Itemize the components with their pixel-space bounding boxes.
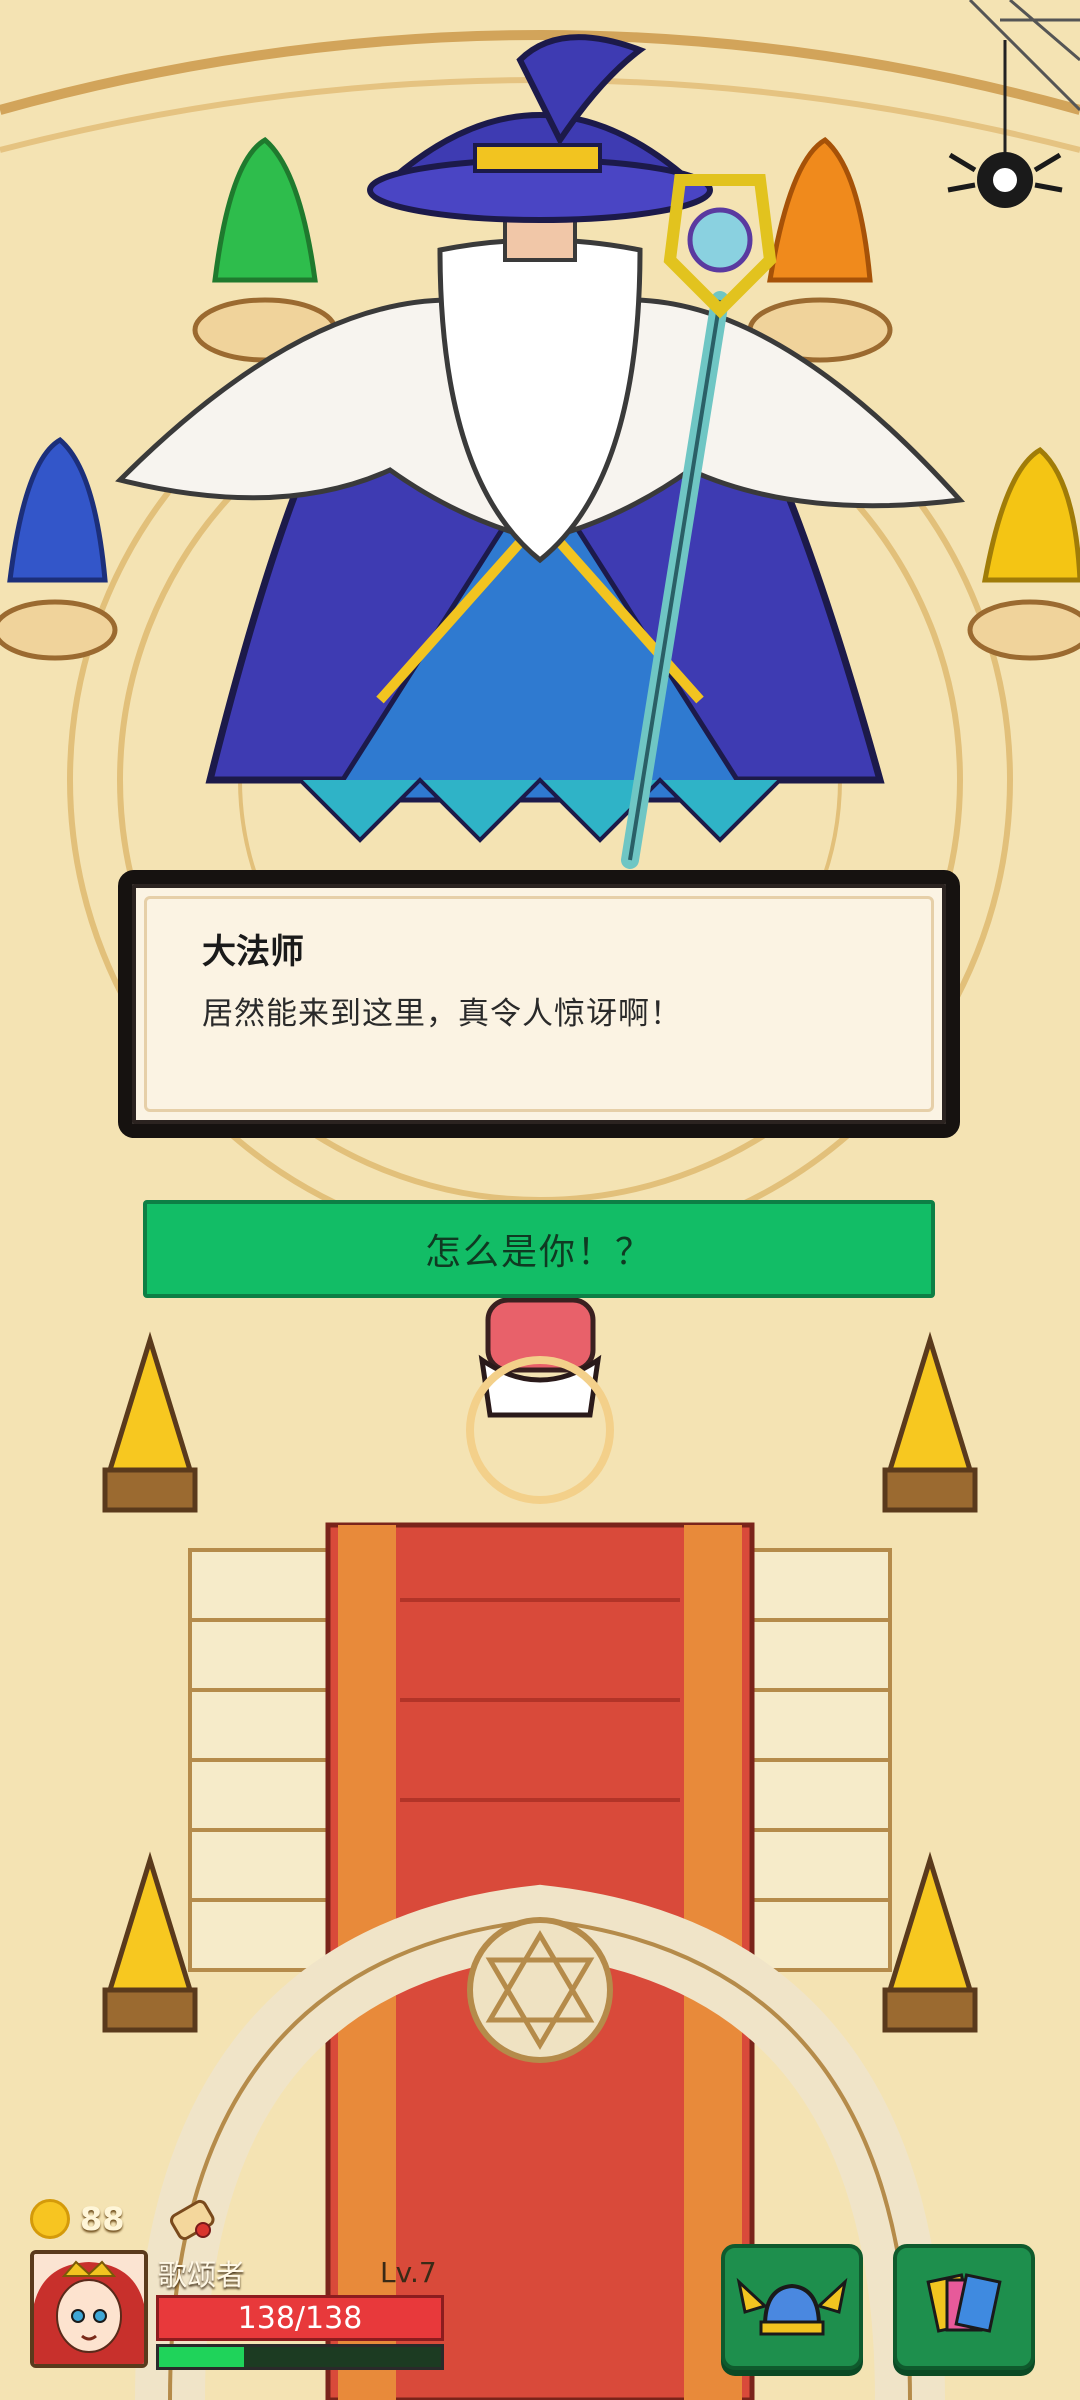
dialog-choice-button[interactable]: 怎么是你！？ — [143, 1200, 935, 1298]
winged-helmet-icon — [736, 2277, 848, 2336]
coin-count: 88 — [80, 2200, 125, 2238]
cards-button[interactable] — [893, 2244, 1035, 2370]
coin-icon — [30, 2199, 70, 2239]
coin-counter: 88 — [30, 2188, 225, 2250]
player-name: 歌颂者 — [158, 2258, 246, 2292]
equipment-button[interactable] — [721, 2244, 863, 2370]
dialog-text: 居然能来到这里，真令人惊讶啊！ — [202, 996, 682, 1032]
xp-bar — [156, 2344, 444, 2370]
player-avatar[interactable] — [30, 2250, 148, 2368]
cards-icon — [926, 2273, 1002, 2333]
player-level: Lv.7 — [380, 2256, 437, 2289]
brick-wall-right — [748, 1548, 892, 1972]
scroll-icon[interactable] — [163, 2188, 225, 2250]
hp-text: 138/138 — [237, 2300, 363, 2336]
player-portrait — [34, 2254, 144, 2364]
speaker-name: 大法师 — [202, 932, 304, 972]
brick-wall-left — [188, 1548, 332, 1972]
xp-bar-fill — [159, 2347, 244, 2367]
hp-bar: 138/138 — [156, 2295, 444, 2341]
dialog-box: 大法师 居然能来到这里，真令人惊讶啊！ — [118, 870, 960, 1138]
